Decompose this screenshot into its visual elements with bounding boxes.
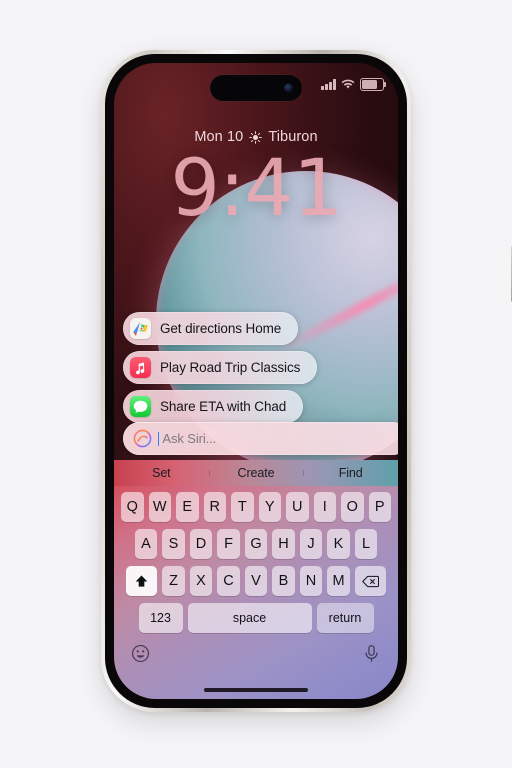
key-o[interactable]: O	[341, 492, 364, 522]
siri-chip-music[interactable]: Play Road Trip Classics	[123, 351, 318, 384]
siri-chip-messages[interactable]: Share ETA with Chad	[123, 390, 304, 423]
key-r[interactable]: R	[203, 492, 226, 522]
key-a[interactable]: A	[134, 529, 158, 559]
ask-siri-placeholder: Ask Siri...	[162, 431, 217, 446]
keyboard-row-4: 123 space return	[117, 603, 395, 633]
siri-suggestion-chips: Get directions Home Play Road Trip Class…	[123, 312, 318, 423]
lock-screen-location: Tiburon	[268, 129, 318, 145]
siri-suggestion-tabs: Set Create Find	[114, 460, 398, 486]
keyboard-row-1: Q W E R T Y U I O P	[117, 492, 395, 522]
numbers-key[interactable]: 123	[138, 603, 183, 633]
text-cursor	[158, 431, 160, 446]
microphone-icon[interactable]	[362, 644, 381, 663]
key-k[interactable]: K	[327, 529, 350, 559]
key-w[interactable]: W	[148, 492, 171, 522]
key-i[interactable]: I	[313, 492, 336, 522]
tab-find[interactable]: Find	[303, 466, 398, 480]
key-x[interactable]: X	[189, 566, 213, 596]
return-key[interactable]: return	[316, 603, 374, 633]
key-b[interactable]: B	[272, 566, 295, 596]
shift-key[interactable]	[126, 566, 158, 596]
key-e[interactable]: E	[176, 492, 199, 522]
key-h[interactable]: H	[272, 529, 295, 559]
lock-screen-date-row: Mon 10 Tiburon	[114, 129, 398, 145]
ask-siri-input[interactable]: Ask Siri...	[123, 422, 398, 455]
front-camera-icon	[284, 83, 293, 93]
siri-chip-directions[interactable]: Get directions Home	[123, 312, 299, 345]
dynamic-island[interactable]	[210, 75, 302, 101]
siri-chip-label: Get directions Home	[160, 321, 282, 336]
music-app-icon	[130, 357, 151, 378]
status-bar	[321, 78, 387, 91]
on-screen-keyboard: Q W E R T Y U I O P A S D F G H J K L Z …	[114, 486, 398, 699]
siri-chip-label: Play Road Trip Classics	[160, 360, 301, 375]
key-n[interactable]: N	[299, 566, 323, 596]
shift-up-arrow-icon	[135, 575, 148, 587]
key-c[interactable]: C	[217, 566, 240, 596]
tab-create[interactable]: Create	[208, 466, 304, 480]
device-bezel: Mon 10 Tiburon 9:41 Get directions Home …	[105, 54, 407, 708]
key-t[interactable]: T	[231, 492, 254, 522]
battery-icon	[360, 78, 387, 91]
siri-chip-label: Share ETA with Chad	[160, 399, 287, 414]
lock-screen-date: Mon 10	[194, 129, 244, 145]
key-d[interactable]: D	[189, 529, 213, 559]
screenshot-canvas: Mon 10 Tiburon 9:41 Get directions Home …	[0, 0, 512, 768]
key-l[interactable]: L	[354, 529, 378, 559]
keyboard-row-2: A S D F G H J K L	[117, 529, 395, 559]
emoji-smiley-icon[interactable]	[131, 644, 150, 663]
keyboard-bottom-row	[117, 640, 395, 663]
keyboard-row-3: Z X C V B N M	[117, 566, 395, 596]
key-q[interactable]: Q	[121, 492, 144, 522]
key-u[interactable]: U	[286, 492, 309, 522]
siri-orb-icon	[133, 429, 152, 448]
maps-app-icon	[130, 318, 151, 339]
key-g[interactable]: G	[244, 529, 268, 559]
tab-set[interactable]: Set	[114, 466, 209, 480]
key-j[interactable]: J	[299, 529, 323, 559]
wifi-icon	[341, 79, 355, 89]
messages-app-icon	[130, 396, 151, 417]
key-z[interactable]: Z	[162, 566, 185, 596]
device-screen: Mon 10 Tiburon 9:41 Get directions Home …	[114, 63, 398, 699]
home-indicator[interactable]	[204, 688, 308, 692]
backspace-delete-icon	[362, 575, 379, 587]
key-v[interactable]: V	[244, 566, 268, 596]
backspace-key[interactable]	[354, 566, 386, 596]
key-p[interactable]: P	[368, 492, 391, 522]
key-s[interactable]: S	[162, 529, 185, 559]
key-m[interactable]: M	[327, 566, 350, 596]
lock-screen-clock: 9:41	[170, 144, 342, 234]
sun-icon	[249, 130, 263, 144]
iphone-device-frame: Mon 10 Tiburon 9:41 Get directions Home …	[101, 50, 512, 712]
key-f[interactable]: F	[217, 529, 240, 559]
cellular-bars-icon	[321, 79, 336, 90]
key-y[interactable]: Y	[258, 492, 281, 522]
space-key[interactable]: space	[187, 603, 312, 633]
